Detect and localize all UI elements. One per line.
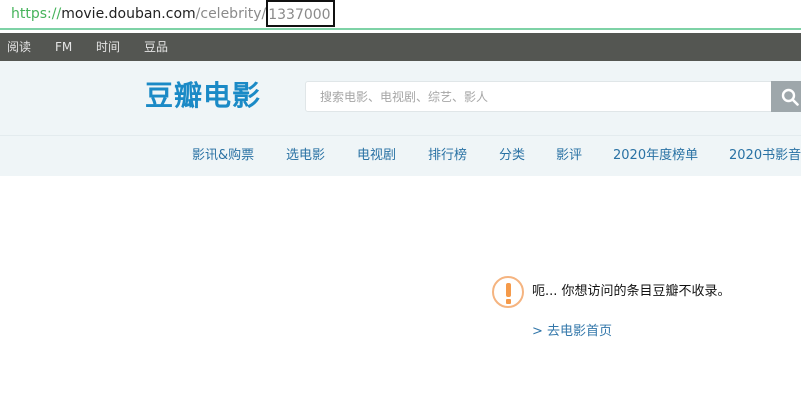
- global-nav-fm[interactable]: FM: [55, 33, 72, 61]
- url-host: movie.douban.com: [61, 6, 196, 22]
- subnav-explore[interactable]: 选电影: [286, 146, 325, 166]
- subnav-reviews[interactable]: 影评: [556, 146, 582, 166]
- global-nav-time[interactable]: 时间: [96, 33, 120, 61]
- global-nav-read[interactable]: 阅读: [7, 33, 31, 61]
- not-found-message: 呃... 你想访问的条目豆瓣不收录。: [532, 284, 731, 299]
- url-text[interactable]: https://movie.douban.com/celebrity/13370…: [11, 0, 335, 27]
- subnav-showtimes[interactable]: 影讯&购票: [192, 146, 254, 166]
- subnav-tv[interactable]: 电视剧: [357, 146, 396, 166]
- site-header: 豆瓣电影 影讯&购票 选电影 电视剧 排行榜 分类 影评 2020年度榜单 20…: [0, 61, 801, 176]
- search-button[interactable]: [771, 81, 801, 112]
- browser-address-bar[interactable]: https://movie.douban.com/celebrity/13370…: [0, 0, 801, 30]
- warning-icon-bar: [506, 283, 511, 297]
- header-divider: [0, 135, 801, 136]
- search-input[interactable]: [306, 82, 772, 111]
- warning-icon-dot: [506, 299, 511, 304]
- url-scheme: https://: [11, 6, 62, 22]
- subnav-annual-media-2020[interactable]: 2020书影音: [729, 146, 801, 166]
- subnav-annual-2020[interactable]: 2020年度榜单: [613, 146, 698, 166]
- global-nav-products[interactable]: 豆品: [144, 33, 168, 61]
- subnav-chart[interactable]: 排行榜: [428, 146, 467, 166]
- global-nav: 阅读 FM 时间 豆品: [0, 33, 801, 61]
- warning-icon: [492, 276, 524, 308]
- site-logo[interactable]: 豆瓣电影: [145, 78, 261, 114]
- movie-home-link[interactable]: > 去电影首页: [532, 322, 612, 342]
- url-id-highlight: 1337000: [266, 0, 335, 27]
- url-path: /celebrity/: [195, 6, 267, 22]
- search-icon: [781, 88, 799, 106]
- subnav-tags[interactable]: 分类: [499, 146, 525, 166]
- search-box: [305, 81, 773, 112]
